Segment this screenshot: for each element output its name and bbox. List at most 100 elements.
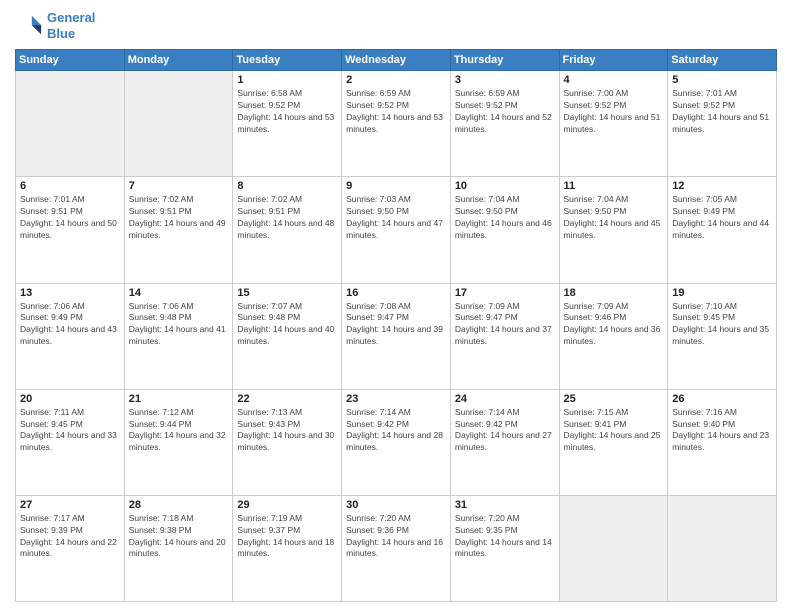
calendar-cell: 14 Sunrise: 7:06 AM Sunset: 9:48 PM Dayli… — [124, 283, 233, 389]
day-number: 30 — [346, 499, 446, 511]
day-number: 2 — [346, 74, 446, 86]
calendar-cell: 26 Sunrise: 7:16 AM Sunset: 9:40 PM Dayli… — [668, 389, 777, 495]
day-info: Sunrise: 7:09 AM Sunset: 9:46 PM Dayligh… — [564, 301, 664, 349]
day-number: 19 — [672, 287, 772, 299]
calendar-cell: 28Sunrise: 7:18 AM Sunset: 9:38 PM Dayli… — [124, 495, 233, 601]
day-info: Sunrise: 7:15 AM Sunset: 9:41 PM Dayligh… — [564, 407, 664, 455]
calendar-week-3: 20 Sunrise: 7:11 AM Sunset: 9:45 PM Dayli… — [16, 389, 777, 495]
calendar-cell: 6 Sunrise: 7:01 AM Sunset: 9:51 PM Daylig… — [16, 177, 125, 283]
header: General Blue — [15, 10, 777, 41]
calendar-cell: 3Sunrise: 6:59 AM Sunset: 9:52 PM Daylig… — [450, 71, 559, 177]
calendar-cell: 17 Sunrise: 7:09 AM Sunset: 9:47 PM Dayli… — [450, 283, 559, 389]
calendar-header-thursday: Thursday — [450, 50, 559, 71]
calendar-cell — [559, 495, 668, 601]
day-info: Sunrise: 7:06 AM Sunset: 9:48 PM Dayligh… — [129, 301, 229, 349]
day-number: 26 — [672, 393, 772, 405]
day-number: 7 — [129, 180, 229, 192]
day-number: 6 — [20, 180, 120, 192]
day-info: Sunrise: 7:08 AM Sunset: 9:47 PM Dayligh… — [346, 301, 446, 349]
day-info: Sunrise: 7:10 AM Sunset: 9:45 PM Dayligh… — [672, 301, 772, 349]
day-number: 10 — [455, 180, 555, 192]
calendar-cell: 13Sunrise: 7:06 AM Sunset: 9:49 PM Dayli… — [16, 283, 125, 389]
day-number: 20 — [20, 393, 120, 405]
calendar-cell: 22Sunrise: 7:13 AM Sunset: 9:43 PM Dayli… — [233, 389, 342, 495]
day-number: 8 — [237, 180, 337, 192]
calendar-cell — [16, 71, 125, 177]
day-info: Sunrise: 7:03 AM Sunset: 9:50 PM Dayligh… — [346, 194, 446, 242]
day-number: 3 — [455, 74, 555, 86]
day-info: Sunrise: 7:04 AM Sunset: 9:50 PM Dayligh… — [564, 194, 664, 242]
calendar-cell: 15 Sunrise: 7:07 AM Sunset: 9:48 PM Dayli… — [233, 283, 342, 389]
calendar-week-1: 6 Sunrise: 7:01 AM Sunset: 9:51 PM Daylig… — [16, 177, 777, 283]
calendar-cell: 1 Sunrise: 6:58 AM Sunset: 9:52 PM Daylig… — [233, 71, 342, 177]
day-info: Sunrise: 6:59 AM Sunset: 9:52 PM Dayligh… — [346, 88, 446, 136]
logo: General Blue — [15, 10, 95, 41]
calendar-cell: 16 Sunrise: 7:08 AM Sunset: 9:47 PM Dayli… — [342, 283, 451, 389]
calendar-cell: 12 Sunrise: 7:05 AM Sunset: 9:49 PM Dayli… — [668, 177, 777, 283]
day-number: 25 — [564, 393, 664, 405]
calendar-header-friday: Friday — [559, 50, 668, 71]
day-info: Sunrise: 7:07 AM Sunset: 9:48 PM Dayligh… — [237, 301, 337, 349]
day-info: Sunrise: 7:20 AM Sunset: 9:35 PM Dayligh… — [455, 513, 555, 561]
calendar-cell: 21 Sunrise: 7:12 AM Sunset: 9:44 PM Dayli… — [124, 389, 233, 495]
calendar-cell — [124, 71, 233, 177]
calendar-cell: 24Sunrise: 7:14 AM Sunset: 9:42 PM Dayli… — [450, 389, 559, 495]
calendar-cell: 27Sunrise: 7:17 AM Sunset: 9:39 PM Dayli… — [16, 495, 125, 601]
day-number: 15 — [237, 287, 337, 299]
day-number: 9 — [346, 180, 446, 192]
day-info: Sunrise: 7:01 AM Sunset: 9:51 PM Dayligh… — [20, 194, 120, 242]
calendar-cell: 9 Sunrise: 7:03 AM Sunset: 9:50 PM Daylig… — [342, 177, 451, 283]
day-number: 29 — [237, 499, 337, 511]
day-info: Sunrise: 7:04 AM Sunset: 9:50 PM Dayligh… — [455, 194, 555, 242]
day-info: Sunrise: 7:05 AM Sunset: 9:49 PM Dayligh… — [672, 194, 772, 242]
day-number: 27 — [20, 499, 120, 511]
day-number: 31 — [455, 499, 555, 511]
day-info: Sunrise: 7:16 AM Sunset: 9:40 PM Dayligh… — [672, 407, 772, 455]
day-info: Sunrise: 7:18 AM Sunset: 9:38 PM Dayligh… — [129, 513, 229, 561]
calendar-cell: 30 Sunrise: 7:20 AM Sunset: 9:36 PM Dayli… — [342, 495, 451, 601]
day-number: 16 — [346, 287, 446, 299]
day-info: Sunrise: 6:58 AM Sunset: 9:52 PM Dayligh… — [237, 88, 337, 136]
calendar-header-sunday: Sunday — [16, 50, 125, 71]
day-number: 14 — [129, 287, 229, 299]
calendar-cell: 29Sunrise: 7:19 AM Sunset: 9:37 PM Dayli… — [233, 495, 342, 601]
calendar-table: SundayMondayTuesdayWednesdayThursdayFrid… — [15, 49, 777, 602]
calendar-week-4: 27Sunrise: 7:17 AM Sunset: 9:39 PM Dayli… — [16, 495, 777, 601]
calendar-cell: 11 Sunrise: 7:04 AM Sunset: 9:50 PM Dayli… — [559, 177, 668, 283]
calendar-cell: 4Sunrise: 7:00 AM Sunset: 9:52 PM Daylig… — [559, 71, 668, 177]
calendar-cell: 7Sunrise: 7:02 AM Sunset: 9:51 PM Daylig… — [124, 177, 233, 283]
day-info: Sunrise: 7:20 AM Sunset: 9:36 PM Dayligh… — [346, 513, 446, 561]
calendar-week-2: 13Sunrise: 7:06 AM Sunset: 9:49 PM Dayli… — [16, 283, 777, 389]
day-number: 5 — [672, 74, 772, 86]
page: General Blue SundayMondayTuesdayWednesda… — [0, 0, 792, 612]
calendar-header-row: SundayMondayTuesdayWednesdayThursdayFrid… — [16, 50, 777, 71]
day-info: Sunrise: 7:01 AM Sunset: 9:52 PM Dayligh… — [672, 88, 772, 136]
calendar-header-saturday: Saturday — [668, 50, 777, 71]
day-info: Sunrise: 7:11 AM Sunset: 9:45 PM Dayligh… — [20, 407, 120, 455]
logo-text: General Blue — [47, 10, 95, 41]
calendar-cell — [668, 495, 777, 601]
day-info: Sunrise: 7:13 AM Sunset: 9:43 PM Dayligh… — [237, 407, 337, 455]
day-number: 18 — [564, 287, 664, 299]
calendar-cell: 19 Sunrise: 7:10 AM Sunset: 9:45 PM Dayli… — [668, 283, 777, 389]
calendar-header-monday: Monday — [124, 50, 233, 71]
calendar-cell: 8Sunrise: 7:02 AM Sunset: 9:51 PM Daylig… — [233, 177, 342, 283]
calendar-cell: 25 Sunrise: 7:15 AM Sunset: 9:41 PM Dayli… — [559, 389, 668, 495]
day-info: Sunrise: 7:09 AM Sunset: 9:47 PM Dayligh… — [455, 301, 555, 349]
day-info: Sunrise: 7:12 AM Sunset: 9:44 PM Dayligh… — [129, 407, 229, 455]
calendar-cell: 18 Sunrise: 7:09 AM Sunset: 9:46 PM Dayli… — [559, 283, 668, 389]
calendar-week-0: 1 Sunrise: 6:58 AM Sunset: 9:52 PM Daylig… — [16, 71, 777, 177]
calendar-cell: 20 Sunrise: 7:11 AM Sunset: 9:45 PM Dayli… — [16, 389, 125, 495]
day-info: Sunrise: 7:14 AM Sunset: 9:42 PM Dayligh… — [346, 407, 446, 455]
calendar-header-wednesday: Wednesday — [342, 50, 451, 71]
day-number: 1 — [237, 74, 337, 86]
calendar-cell: 5 Sunrise: 7:01 AM Sunset: 9:52 PM Daylig… — [668, 71, 777, 177]
calendar-cell: 31 Sunrise: 7:20 AM Sunset: 9:35 PM Dayli… — [450, 495, 559, 601]
day-number: 23 — [346, 393, 446, 405]
calendar-cell: 23 Sunrise: 7:14 AM Sunset: 9:42 PM Dayli… — [342, 389, 451, 495]
day-number: 12 — [672, 180, 772, 192]
day-number: 17 — [455, 287, 555, 299]
day-number: 13 — [20, 287, 120, 299]
day-number: 21 — [129, 393, 229, 405]
day-number: 11 — [564, 180, 664, 192]
